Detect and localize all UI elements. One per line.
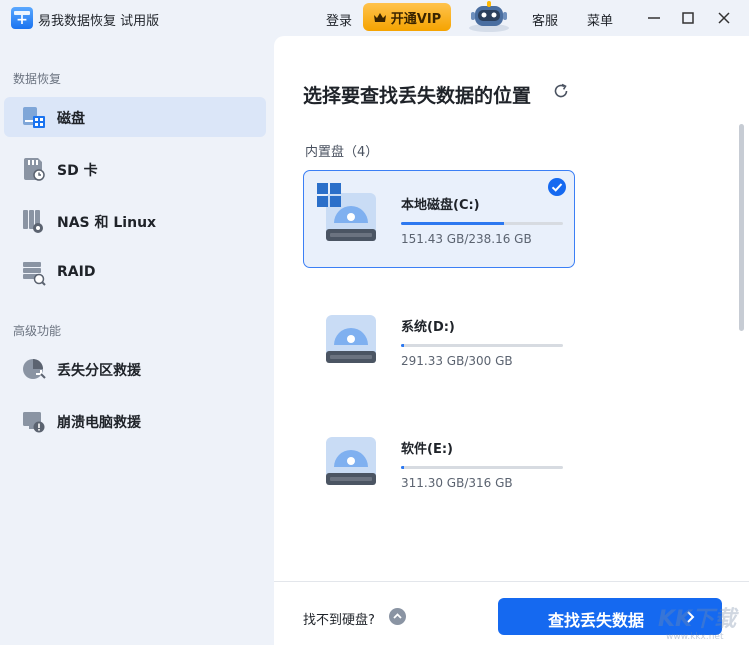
nas-icon <box>23 210 43 233</box>
windows-logo-icon <box>317 183 341 207</box>
app-title: 易我数据恢复 试用版 <box>38 14 160 29</box>
sidebar: 数据恢复 磁盘 SD 卡 NAS 和 Linux RAID 高级功能 丢失分区救… <box>0 36 274 645</box>
hard-disk-icon <box>326 437 376 485</box>
minimize-icon[interactable] <box>642 6 666 30</box>
login-link[interactable]: 登录 <box>326 10 352 29</box>
sidebar-item-nas[interactable]: NAS 和 Linux <box>4 201 266 241</box>
sidebar-item-label: 磁盘 <box>57 111 85 127</box>
disk-card-e[interactable]: 软件(E:) 311.30 GB/316 GB <box>303 414 575 512</box>
checkmark-icon <box>548 178 566 196</box>
maximize-icon[interactable] <box>676 6 700 30</box>
sidebar-item-label: NAS 和 Linux <box>57 215 157 231</box>
menu-link[interactable]: 菜单 <box>587 10 613 29</box>
footer-divider <box>274 581 749 582</box>
title-bar: 易我数据恢复 试用版 登录 开通VIP 客服 菜单 <box>0 0 749 36</box>
disk-usage-fill <box>401 222 505 225</box>
disk-size: 311.30 GB/316 GB <box>401 476 513 490</box>
chevron-up-icon[interactable] <box>389 608 406 625</box>
raid-icon <box>23 262 46 286</box>
sidebar-item-label: 崩溃电脑救援 <box>57 415 141 431</box>
disk-usage-fill <box>401 344 405 347</box>
assistant-robot-icon[interactable] <box>466 0 512 32</box>
page-title: 选择要查找丢失数据的位置 <box>303 85 532 107</box>
disk-card-d[interactable]: 系统(D:) 291.33 GB/300 GB <box>303 292 575 390</box>
vip-label: 开通VIP <box>390 11 442 27</box>
customer-service-link[interactable]: 客服 <box>532 10 558 29</box>
disk-size: 291.33 GB/300 GB <box>401 354 513 368</box>
disk-list-scrollbar[interactable] <box>739 124 744 331</box>
disk-usage-fill <box>401 466 405 469</box>
main-panel: 选择要查找丢失数据的位置 内置盘（4） 本地磁盘(C:) 151.43 GB/2… <box>274 36 749 645</box>
disk-not-found-link[interactable]: 找不到硬盘? <box>303 609 375 628</box>
sidebar-section-advanced: 高级功能 <box>13 324 62 338</box>
sidebar-item-sd-card[interactable]: SD 卡 <box>4 149 266 189</box>
disk-usage-bar <box>401 222 563 225</box>
refresh-icon[interactable] <box>552 82 570 100</box>
hard-disk-icon <box>326 315 376 363</box>
app-logo-icon <box>11 7 33 29</box>
disk-icon <box>23 107 45 128</box>
internal-disks-label: 内置盘（4） <box>305 145 379 160</box>
close-icon[interactable] <box>712 6 736 30</box>
vip-button[interactable]: 开通VIP <box>363 3 451 31</box>
crashed-pc-icon <box>23 412 45 433</box>
sidebar-item-label: RAID <box>57 264 96 280</box>
sd-card-icon <box>24 158 45 181</box>
sidebar-item-label: SD 卡 <box>57 163 98 179</box>
watermark-url: www.kkx.net <box>666 632 724 642</box>
sidebar-item-disk[interactable]: 磁盘 <box>4 97 266 137</box>
crown-icon <box>373 12 386 22</box>
sidebar-item-partition-rescue[interactable]: 丢失分区救援 <box>4 349 266 389</box>
sidebar-item-raid[interactable]: RAID <box>4 253 266 293</box>
partition-rescue-icon <box>23 359 46 379</box>
sidebar-section-recovery: 数据恢复 <box>13 72 62 86</box>
disk-usage-bar <box>401 344 563 347</box>
disk-card-c[interactable]: 本地磁盘(C:) 151.43 GB/238.16 GB <box>303 170 575 268</box>
sidebar-item-crashed-pc[interactable]: 崩溃电脑救援 <box>4 401 266 441</box>
disk-usage-bar <box>401 466 563 469</box>
watermark-text: KK下载 <box>658 607 737 632</box>
disk-size: 151.43 GB/238.16 GB <box>401 232 532 246</box>
sidebar-item-label: 丢失分区救援 <box>57 363 141 379</box>
disk-name: 本地磁盘(C:) <box>401 198 480 213</box>
disk-name: 系统(D:) <box>401 320 455 335</box>
disk-name: 软件(E:) <box>401 442 453 457</box>
